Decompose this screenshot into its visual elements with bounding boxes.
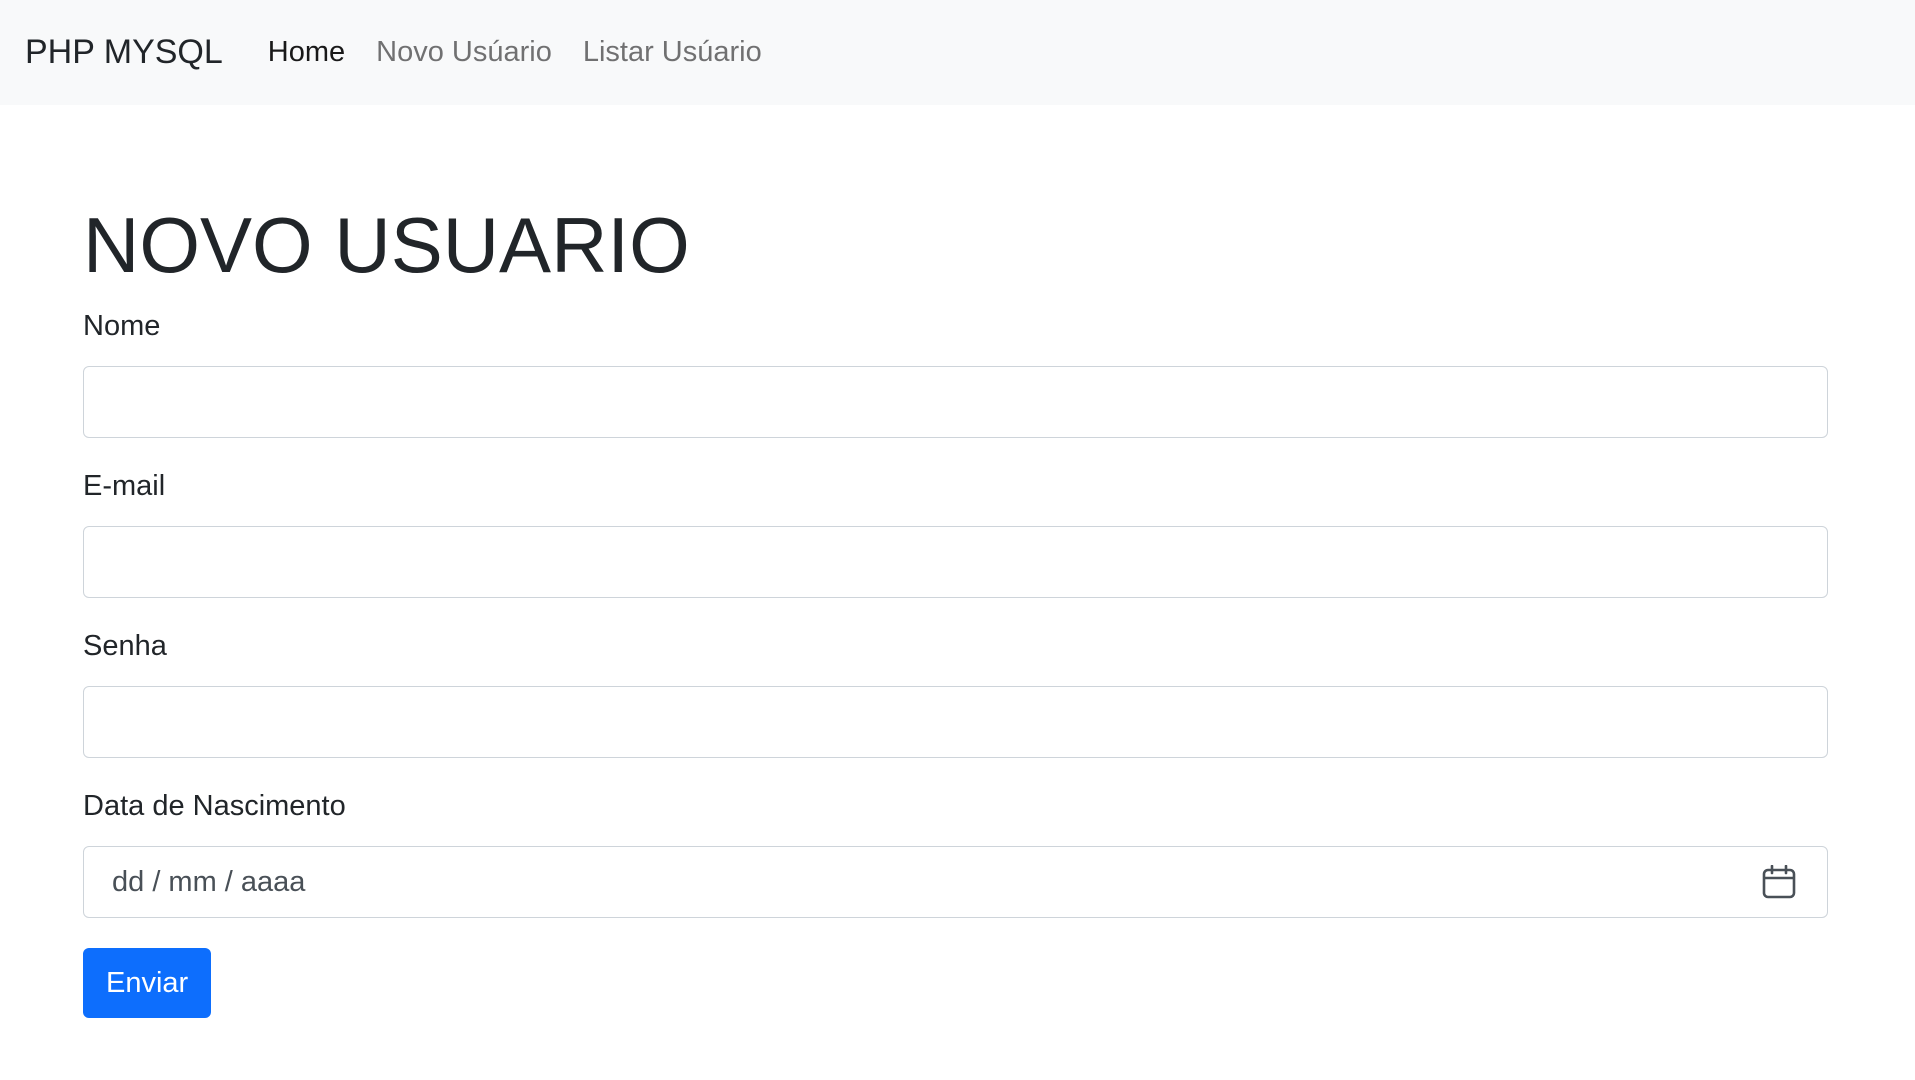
- navbar: PHP MYSQL Home Novo Usúario Listar Usúar…: [0, 0, 1915, 105]
- nome-label: Nome: [83, 310, 161, 342]
- calendar-icon[interactable]: [1762, 865, 1796, 899]
- nav-link-listar-usuario[interactable]: Listar Usúario: [583, 36, 762, 69]
- nascimento-label: Data de Nascimento: [83, 790, 346, 822]
- enviar-button[interactable]: Enviar: [83, 948, 212, 1018]
- email-label: E-mail: [83, 470, 166, 502]
- nascimento-date-field: [83, 846, 1828, 918]
- nav-link-home[interactable]: Home: [268, 36, 345, 69]
- senha-label: Senha: [83, 630, 167, 662]
- main-container: NOVO USUARIO Nome E-mail Senha Data de N…: [83, 190, 1828, 1018]
- navbar-brand[interactable]: PHP MYSQL: [25, 33, 223, 72]
- nav-link-novo-usuario[interactable]: Novo Usúario: [376, 36, 552, 69]
- page-title: NOVO USUARIO: [83, 201, 690, 289]
- email-input[interactable]: [83, 526, 1828, 598]
- senha-input[interactable]: [83, 686, 1828, 758]
- new-user-form: Nome E-mail Senha Data de Nascimento Env…: [83, 306, 1828, 1018]
- nascimento-input[interactable]: [83, 846, 1828, 918]
- nome-input[interactable]: [83, 366, 1828, 438]
- nav-links: Home Novo Usúario Listar Usúario: [268, 36, 793, 69]
